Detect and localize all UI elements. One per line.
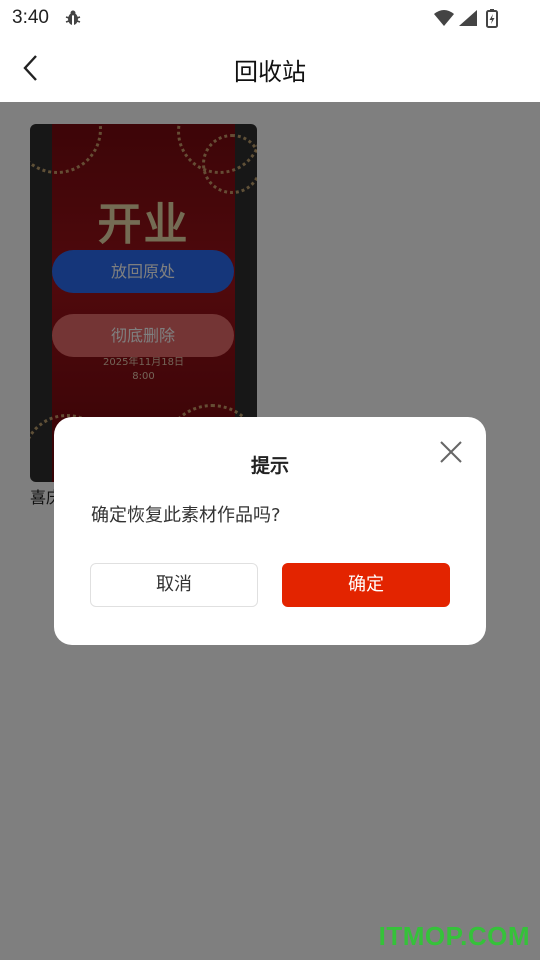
app-bar: 回收站: [0, 36, 540, 102]
signal-icon: [459, 10, 477, 26]
confirm-dialog: 提示 确定恢复此素材作品吗? 取消 确定: [54, 417, 486, 645]
status-time: 3:40: [12, 7, 49, 28]
watermark: ITMOP.COM: [378, 921, 530, 951]
close-icon[interactable]: [438, 439, 464, 465]
bug-icon: [64, 9, 82, 27]
battery-charging-icon: [486, 9, 498, 28]
wifi-icon: [434, 10, 454, 26]
cancel-button[interactable]: 取消: [90, 563, 258, 607]
dialog-message: 确定恢复此素材作品吗?: [91, 505, 281, 526]
dialog-title: 提示: [250, 455, 289, 477]
status-bar: 3:40: [0, 0, 540, 36]
status-icons: [432, 8, 502, 28]
confirm-button[interactable]: 确定: [282, 563, 450, 607]
page-title: 回收站: [234, 58, 306, 86]
